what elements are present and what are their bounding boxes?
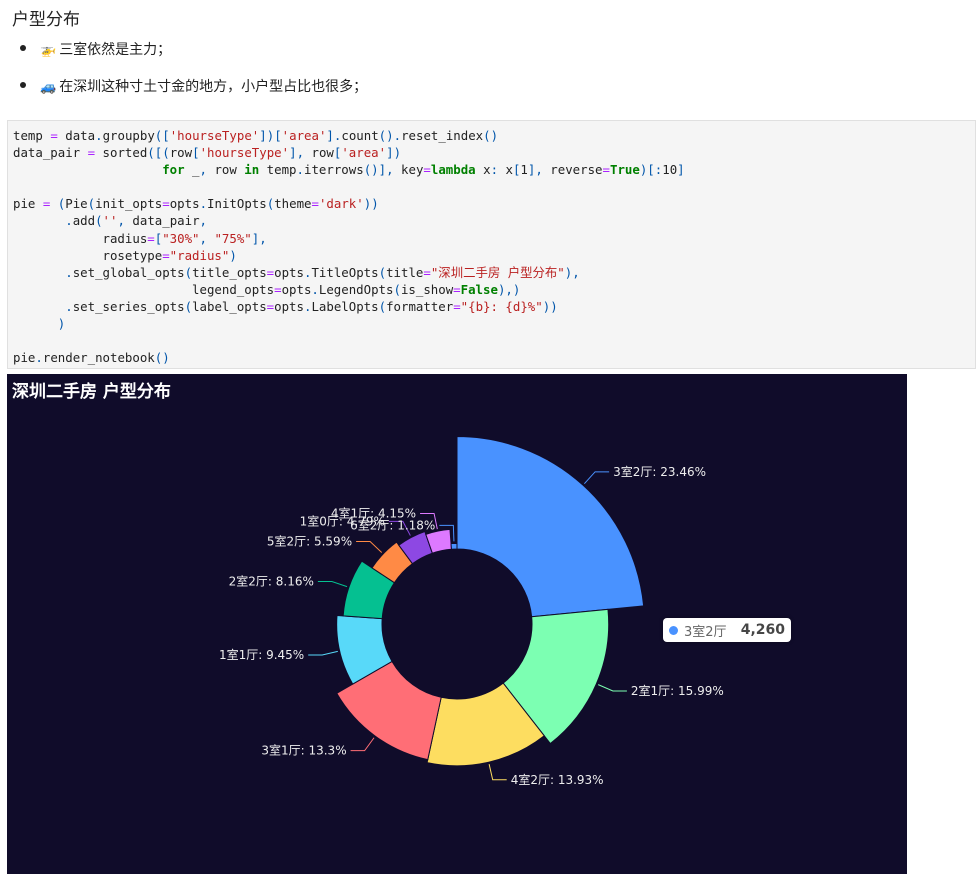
pie-slice[interactable] bbox=[450, 542, 458, 550]
slice-label: 3室1厅: 13.3% bbox=[261, 743, 346, 758]
slice-label: 1室1厅: 9.45% bbox=[219, 647, 304, 662]
chart-output: 深圳二手房 户型分布 3室2厅: 23.46% 2室1厅: 15.99% 4室2厅:… bbox=[7, 374, 907, 874]
pie-slice[interactable] bbox=[456, 435, 645, 618]
bullet-text: 三室依然是主力； bbox=[59, 42, 172, 58]
bullet-dot-icon bbox=[20, 45, 26, 51]
car-icon: 🚙 bbox=[40, 80, 57, 95]
slice-label: 2室2厅: 8.16% bbox=[229, 574, 314, 589]
slice-label: 6室2厅: 1.18% bbox=[350, 517, 435, 532]
label-leader-line bbox=[317, 581, 348, 588]
helicopter-icon: 🚁 bbox=[40, 43, 57, 58]
slice-label: 4室2厅: 13.93% bbox=[511, 772, 604, 787]
bullet-text: 在深圳这种寸土寸金的地方，小户型占比也很多； bbox=[59, 79, 368, 95]
label-leader-line bbox=[488, 764, 507, 781]
bullet-dot-icon bbox=[20, 82, 26, 88]
label-leader-line bbox=[350, 737, 375, 752]
code-cell[interactable]: temp = data.groupby(['hourseType'])['are… bbox=[7, 120, 976, 369]
tooltip-name: 3室2厅 bbox=[684, 624, 727, 640]
slice-label: 5室2厅: 5.59% bbox=[267, 534, 352, 549]
slice-label: 3室2厅: 23.46% bbox=[613, 464, 706, 479]
bullet-item: 🚙 在深圳这种寸土寸金的地方，小户型占比也很多； bbox=[20, 76, 367, 96]
label-leader-line bbox=[356, 541, 383, 553]
chart-tooltip: 3室2厅 4,260 bbox=[663, 618, 791, 642]
tooltip-dot-icon bbox=[669, 625, 678, 635]
label-leader-line bbox=[583, 471, 610, 485]
slice-label: 2室1厅: 15.99% bbox=[631, 683, 724, 698]
code-editor[interactable]: temp = data.groupby(['hourseType'])['are… bbox=[8, 121, 975, 366]
bullet-item: 🚁 三室依然是主力； bbox=[20, 39, 171, 59]
section-heading: 户型分布 bbox=[12, 10, 80, 30]
label-leader-line bbox=[308, 650, 338, 656]
tooltip-value: 4,260 bbox=[740, 622, 785, 638]
label-leader-line bbox=[598, 684, 627, 692]
